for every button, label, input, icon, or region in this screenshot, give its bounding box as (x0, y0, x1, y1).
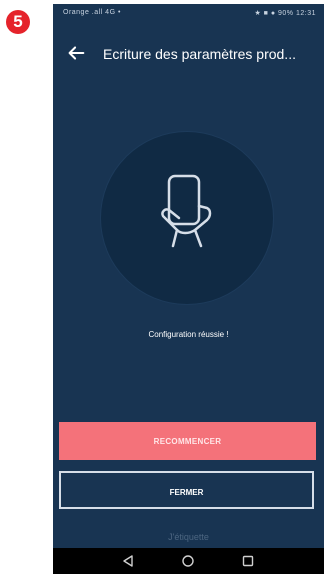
status-bar: Orange .all 4G • ★ ■ ● 90% 12:31 (53, 4, 324, 22)
label-link[interactable]: J'étiquette (53, 532, 324, 542)
step-number-badge: 5 (6, 10, 30, 34)
back-arrow-icon[interactable] (65, 42, 87, 64)
android-nav-bar (53, 548, 324, 574)
phone-screen: Orange .all 4G • ★ ■ ● 90% 12:31 Ecritur… (53, 4, 324, 574)
square-recents-icon[interactable] (241, 554, 255, 568)
circle-home-icon[interactable] (181, 554, 195, 568)
app-bar: Ecriture des paramètres prod... (53, 40, 324, 70)
triangle-back-icon[interactable] (121, 554, 135, 568)
status-bar-right: ★ ■ ● 90% 12:31 (254, 10, 316, 17)
hero-circle (101, 132, 273, 304)
restart-button[interactable]: RECOMMENCER (59, 422, 316, 460)
phone-in-hand-icon (161, 174, 212, 248)
status-bar-left: Orange .all 4G • (63, 9, 121, 16)
close-button[interactable]: FERMER (59, 471, 314, 509)
page-title: Ecriture des paramètres prod... (103, 46, 296, 62)
configuration-success-message: Configuration réussie ! (148, 330, 229, 339)
